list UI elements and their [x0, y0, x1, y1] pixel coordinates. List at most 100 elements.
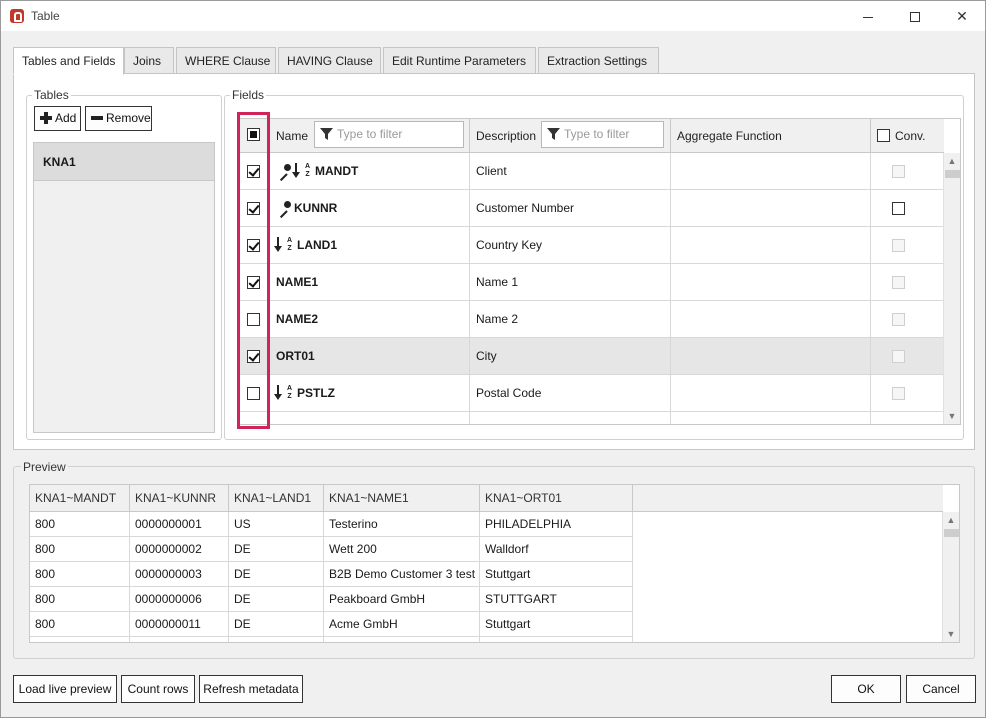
name-filter-input[interactable]: Type to filter — [314, 121, 464, 148]
remove-table-button[interactable]: Remove — [85, 106, 152, 131]
ok-button[interactable]: OK — [831, 675, 901, 703]
field-description: Name 1 — [470, 264, 671, 300]
load-live-preview-button[interactable]: Load live preview — [13, 675, 117, 703]
checkbox-column-highlight — [237, 112, 270, 429]
preview-cell: Walldorf — [480, 537, 633, 562]
preview-cell: Testerino — [324, 512, 480, 537]
scroll-down-arrow-icon[interactable]: ▼ — [943, 626, 959, 642]
preview-cell: 0000000011 — [130, 612, 229, 637]
cancel-button[interactable]: Cancel — [906, 675, 976, 703]
preview-cell: PHILADELPHIA — [480, 512, 633, 537]
sort-az-label: AZ — [286, 385, 293, 400]
conv-checkbox[interactable] — [892, 202, 905, 215]
scroll-thumb[interactable] — [944, 529, 959, 537]
key-icon — [276, 163, 292, 179]
preview-cell: Stuttgart — [480, 562, 633, 587]
field-aggregate-function[interactable] — [671, 227, 871, 263]
plus-icon — [40, 112, 52, 124]
refresh-metadata-button[interactable]: Refresh metadata — [199, 675, 303, 703]
table-row[interactable]: NAME2 Name 2 — [238, 301, 944, 338]
field-name: PSTLZ — [297, 386, 335, 400]
preview-column-header[interactable]: KNA1~LAND1 — [229, 485, 324, 512]
preview-group-label: Preview — [21, 460, 68, 474]
table-row[interactable]: A Z PSTLZ Postal Code — [238, 375, 944, 412]
scroll-up-arrow-icon[interactable]: ▲ — [943, 512, 959, 528]
fields-group-label: Fields — [230, 88, 267, 102]
field-aggregate-function[interactable] — [671, 301, 871, 337]
description-filter-placeholder: Type to filter — [564, 127, 630, 141]
preview-cell: B2B Demo Customer 3 test — [324, 562, 480, 587]
preview-cell: Stuttgart — [480, 612, 633, 637]
field-conv-cell — [871, 190, 944, 226]
partial-desc-cell — [470, 412, 671, 424]
preview-cell — [480, 637, 633, 642]
tables-and-fields-panel: Tables Add Remove KNA1 Fields Name Type … — [13, 73, 975, 450]
tab-having-clause[interactable]: HAVING Clause — [278, 47, 381, 74]
name-column-header: Name Type to filter — [270, 119, 470, 153]
field-name: MANDT — [315, 164, 359, 178]
conv-checkbox — [892, 165, 905, 178]
count-rows-button[interactable]: Count rows — [121, 675, 195, 703]
add-table-button[interactable]: Add — [34, 106, 81, 131]
field-description: Customer Number — [470, 190, 671, 226]
field-aggregate-function[interactable] — [671, 375, 871, 411]
preview-column-header[interactable]: KNA1~MANDT — [30, 485, 130, 512]
maximize-button[interactable] — [892, 1, 938, 31]
field-conv-cell — [871, 375, 944, 411]
tab-edit-runtime-parameters[interactable]: Edit Runtime Parameters — [383, 47, 536, 74]
field-name-cell: A Z PSTLZ — [270, 375, 470, 411]
preview-grid: KNA1~MANDT KNA1~KUNNR KNA1~LAND1 KNA1~NA… — [29, 484, 960, 643]
description-header-label: Description — [476, 129, 537, 143]
field-aggregate-function[interactable] — [671, 264, 871, 300]
preview-column-header[interactable]: KNA1~KUNNR — [130, 485, 229, 512]
preview-cell: US — [229, 512, 324, 537]
remove-label: Remove — [106, 111, 151, 125]
field-conv-cell — [871, 153, 944, 189]
partial-conv-cell — [871, 412, 944, 425]
sort-az-label: AZ — [286, 237, 293, 252]
table-dialog: Table ✕ Tables and Fields Joins WHERE Cl… — [0, 0, 986, 718]
tab-where-clause[interactable]: WHERE Clause — [176, 47, 276, 74]
preview-column-header[interactable]: KNA1~ORT01 — [480, 485, 633, 512]
preview-cell: Peakboard GmbH — [324, 587, 480, 612]
table-row[interactable]: A Z MANDT Client — [238, 153, 944, 190]
tab-extraction-settings[interactable]: Extraction Settings — [538, 47, 659, 74]
tables-list: KNA1 — [33, 142, 215, 433]
table-row[interactable]: KUNNR Customer Number — [238, 190, 944, 227]
description-filter-input[interactable]: Type to filter — [541, 121, 664, 148]
close-button[interactable]: ✕ — [939, 1, 985, 31]
table-item-kna1[interactable]: KNA1 — [34, 143, 214, 181]
table-row[interactable]: NAME1 Name 1 — [238, 264, 944, 301]
preview-cell: DE — [229, 612, 324, 637]
minimize-button[interactable] — [845, 1, 891, 31]
conv-checkbox — [892, 313, 905, 326]
scroll-up-arrow-icon[interactable]: ▲ — [944, 153, 960, 169]
preview-cell: 0000000002 — [130, 537, 229, 562]
field-aggregate-function[interactable] — [671, 338, 871, 374]
field-name-cell: NAME2 — [270, 301, 470, 337]
field-aggregate-function[interactable] — [671, 190, 871, 226]
table-row[interactable]: A Z LAND1 Country Key — [238, 227, 944, 264]
field-aggregate-function[interactable] — [671, 153, 871, 189]
preview-vertical-scrollbar[interactable]: ▲ ▼ — [942, 512, 959, 642]
preview-cell: 800 — [30, 562, 130, 587]
scroll-thumb[interactable] — [945, 170, 960, 178]
table-row[interactable]: ORT01 City — [238, 338, 944, 375]
preview-cell: 0000000003 — [130, 562, 229, 587]
tab-joins[interactable]: Joins — [124, 47, 174, 74]
scroll-down-arrow-icon[interactable]: ▼ — [944, 408, 960, 424]
tab-tables-and-fields[interactable]: Tables and Fields — [13, 47, 124, 75]
add-label: Add — [55, 111, 77, 125]
fields-vertical-scrollbar[interactable]: ▲ ▼ — [943, 153, 960, 424]
fields-group: Fields Name Type to filter Description T… — [224, 88, 964, 440]
preview-cell: 800 — [30, 512, 130, 537]
filter-icon — [320, 128, 333, 140]
conv-select-all-checkbox[interactable] — [877, 129, 890, 142]
close-icon: ✕ — [956, 8, 968, 24]
conv-column-header: Conv. — [871, 119, 944, 153]
conv-checkbox-partial — [892, 424, 905, 425]
preview-column-header[interactable]: KNA1~NAME1 — [324, 485, 480, 512]
preview-cell: DE — [229, 562, 324, 587]
field-name-cell: A Z LAND1 — [270, 227, 470, 263]
maximize-icon — [910, 12, 920, 23]
